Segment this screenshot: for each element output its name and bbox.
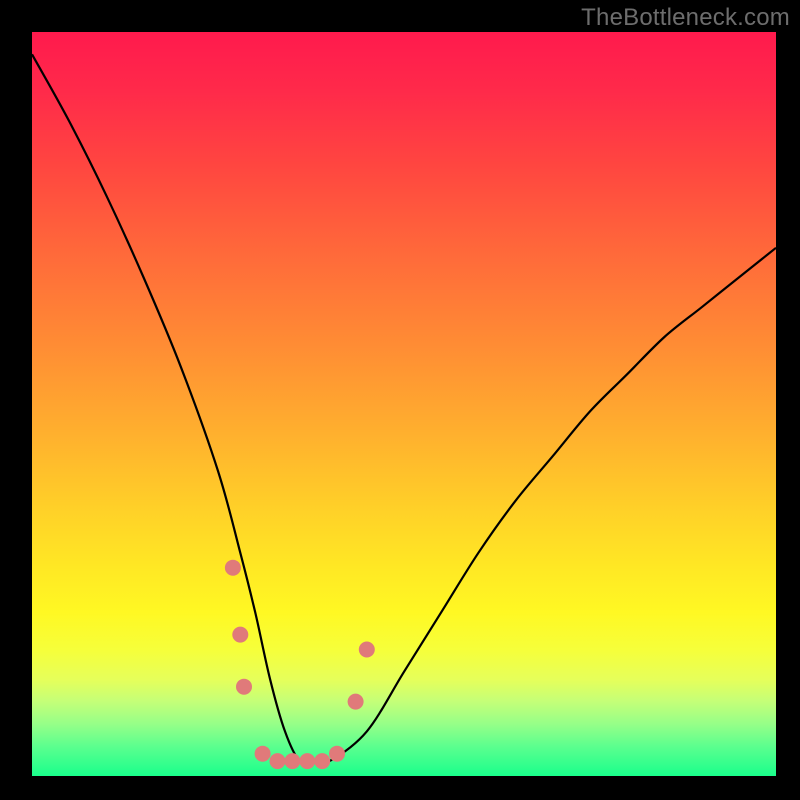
trough-marker <box>284 753 300 769</box>
trough-marker <box>270 753 286 769</box>
watermark-text: TheBottleneck.com <box>581 4 790 32</box>
trough-marker <box>236 679 252 695</box>
chart-frame: TheBottleneck.com <box>0 0 800 800</box>
trough-marker <box>359 642 375 658</box>
trough-marker <box>314 753 330 769</box>
bottleneck-curve-svg <box>32 32 776 776</box>
trough-marker <box>232 627 248 643</box>
trough-marker <box>348 694 364 710</box>
trough-markers <box>225 560 375 769</box>
trough-marker <box>299 753 315 769</box>
bottleneck-curve-path <box>32 54 776 763</box>
plot-area <box>32 32 776 776</box>
trough-marker <box>255 746 271 762</box>
trough-marker <box>329 746 345 762</box>
trough-marker <box>225 560 241 576</box>
